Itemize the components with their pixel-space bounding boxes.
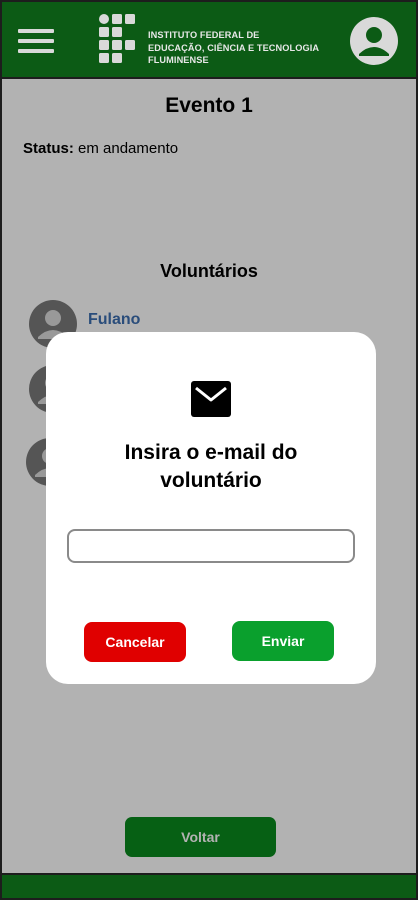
institution-line-2: EDUCAÇÃO, CIÊNCIA E TECNOLOGIA [148, 42, 320, 53]
institution-line-3: FLUMINENSE [148, 55, 209, 65]
app-frame: INSTITUTO FEDERAL DE EDUCAÇÃO, CIÊNCIA E… [0, 0, 418, 900]
app-footer [2, 873, 416, 898]
ifff-logo-icon [99, 14, 135, 63]
institution-line-1: INSTITUTO FEDERAL DE [148, 30, 260, 40]
cancel-button[interactable]: Cancelar [84, 622, 186, 662]
institution-name: INSTITUTO FEDERAL DE EDUCAÇÃO, CIÊNCIA E… [148, 29, 338, 67]
mail-icon [191, 381, 231, 417]
app-header: INSTITUTO FEDERAL DE EDUCAÇÃO, CIÊNCIA E… [2, 2, 416, 79]
hamburger-menu-icon[interactable] [18, 26, 56, 56]
add-volunteer-email-dialog: Insira o e-mail do voluntário Cancelar E… [46, 332, 376, 684]
send-button[interactable]: Enviar [232, 621, 334, 661]
dialog-title: Insira o e-mail do voluntário [46, 439, 376, 495]
dialog-title-line-1: Insira o e-mail do [124, 441, 298, 464]
user-account-icon[interactable] [349, 16, 399, 66]
dialog-title-line-2: voluntário [160, 469, 262, 492]
volunteer-email-input[interactable] [67, 529, 355, 563]
